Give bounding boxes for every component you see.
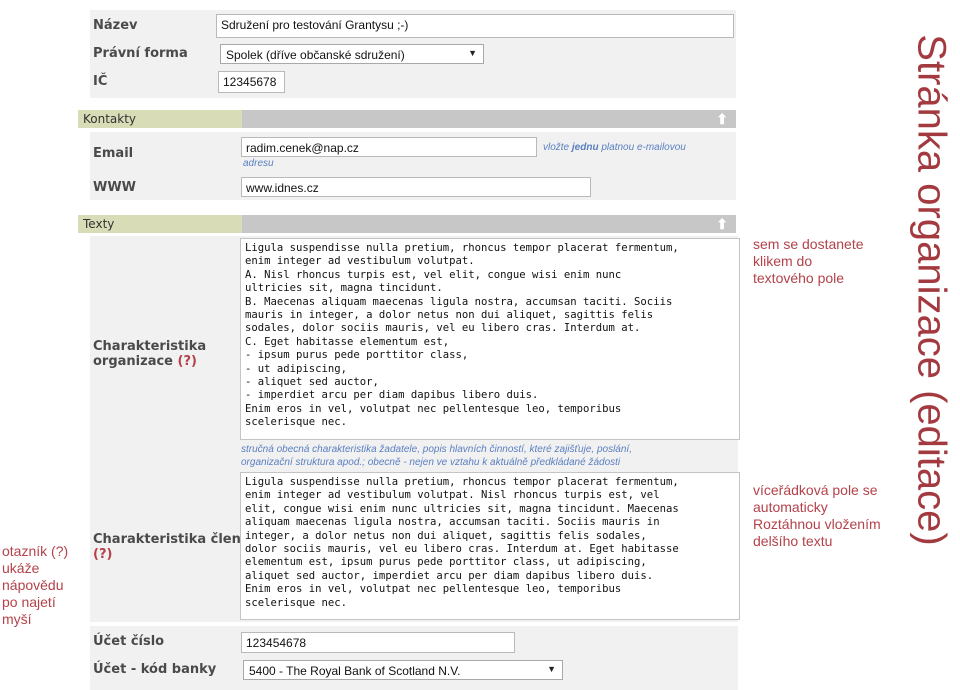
nazev-input[interactable]: Sdružení pro testování Grantysu ;-) xyxy=(216,14,734,38)
email-hint: vložte jednu platnou e-mailovou xyxy=(543,142,686,153)
section-texty-header[interactable]: Texty ⬆ xyxy=(78,215,736,233)
ucet-cislo-input[interactable]: 123454678 xyxy=(241,632,515,653)
help-icon[interactable]: (?) xyxy=(178,354,197,369)
arrow-up-icon[interactable]: ⬆ xyxy=(716,216,728,233)
nazev-label: Název xyxy=(93,18,138,33)
char-org-hint: stručná obecná charakteristika žadatele,… xyxy=(241,444,632,468)
section-kontakty-label: Kontakty xyxy=(78,110,242,128)
ic-label: IČ xyxy=(93,74,108,89)
triangle-down-icon: ▼ xyxy=(547,664,556,674)
note-click-textarea: sem se dostanete klikem do textového pol… xyxy=(753,236,864,286)
char-org-textarea[interactable]: Ligula suspendisse nulla pretium, rhoncu… xyxy=(240,238,740,440)
www-label: WWW xyxy=(93,180,137,195)
pravni-forma-label: Právní forma xyxy=(93,46,188,61)
triangle-down-icon: ▼ xyxy=(468,48,477,58)
ic-input[interactable]: 12345678 xyxy=(218,71,285,93)
www-input[interactable]: www.idnes.cz xyxy=(241,177,591,197)
note-multiline: víceřádková pole se automaticky Roztáhno… xyxy=(753,482,881,549)
email-hint-line2: adresu xyxy=(243,158,274,169)
char-clenu-label: Charakteristika členů (?) xyxy=(93,532,251,562)
email-label: Email xyxy=(93,146,134,161)
email-input[interactable]: radim.cenek@nap.cz xyxy=(241,137,537,157)
note-help: otazník (?) ukáže nápovědu po najetí myš… xyxy=(2,543,69,627)
char-clenu-textarea[interactable]: Ligula suspendisse nulla pretium, rhoncu… xyxy=(240,472,740,620)
char-org-label: Charakteristika organizace (?) xyxy=(93,339,207,369)
ucet-cislo-label: Účet číslo xyxy=(93,634,165,649)
ucet-kod-banky-label: Účet - kód banky xyxy=(93,662,217,677)
help-icon[interactable]: (?) xyxy=(93,547,112,562)
section-kontakty-header[interactable]: Kontakty ⬆ xyxy=(78,110,736,128)
ucet-kod-banky-value: 5400 - The Royal Bank of Scotland N.V. xyxy=(249,664,461,678)
section-texty-label: Texty xyxy=(78,215,242,233)
arrow-up-icon[interactable]: ⬆ xyxy=(716,111,728,128)
page-title: Stránka organizace (editace) xyxy=(909,34,954,546)
page-title-vertical: Stránka organizace (editace) xyxy=(902,0,960,580)
pravni-forma-value: Spolek (dříve občanské sdružení) xyxy=(226,48,405,62)
pravni-forma-select[interactable]: Spolek (dříve občanské sdružení) ▼ xyxy=(220,44,484,64)
ucet-kod-banky-select[interactable]: 5400 - The Royal Bank of Scotland N.V. ▼ xyxy=(243,660,563,680)
